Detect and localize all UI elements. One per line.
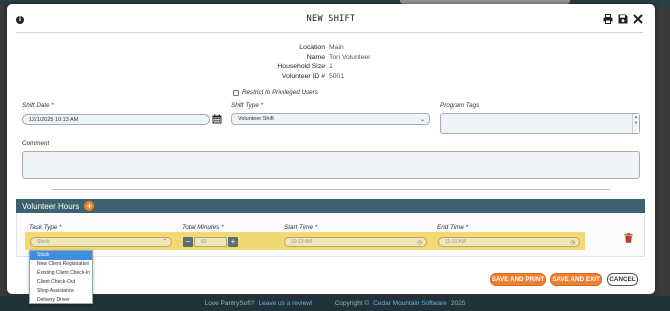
- program-tags-label: Program Tags: [440, 102, 480, 109]
- new-shift-modal: i NEW SHIFT Location Main Name Tori Volunt…: [7, 4, 655, 294]
- task-type-label: Task Type *: [29, 224, 62, 231]
- company-link[interactable]: Cedar Mountain Software: [373, 300, 447, 307]
- scrollbar[interactable]: ▲ ▼: [632, 114, 639, 133]
- start-time-input[interactable]: 10:13 AM ◷: [284, 237, 427, 247]
- decrement-button[interactable]: −: [183, 237, 193, 247]
- info-row-name: Name Tori Volunteer: [7, 53, 655, 63]
- start-time-label: Start Time *: [284, 224, 318, 231]
- task-type-dropdown: Stock New Client Registration Existing C…: [29, 250, 93, 304]
- shift-date-input[interactable]: 12/1/2025 10:13 AM: [22, 114, 210, 125]
- clock-icon: ◷: [570, 240, 575, 246]
- shift-type-select[interactable]: Volunteer Shift ⌄: [231, 113, 430, 125]
- info-value: Main: [329, 44, 344, 52]
- dropdown-option[interactable]: Existing Client Check-In: [30, 269, 92, 278]
- task-type-select[interactable]: Stock ⌃: [30, 237, 172, 247]
- print-icon[interactable]: [603, 14, 613, 24]
- total-minutes-label: Total Minutes *: [182, 224, 224, 231]
- review-link[interactable]: Leave us a review!: [259, 300, 313, 307]
- comment-input[interactable]: [22, 151, 640, 179]
- footer-year: 2025: [450, 300, 466, 307]
- info-label: Volunteer ID #: [281, 72, 325, 80]
- volunteer-info: Location Main Name Tori Volunteer Househol…: [7, 43, 655, 81]
- shift-type-label: Shift Type *: [231, 102, 264, 109]
- info-row-volunteer-id: Volunteer ID # 5001: [7, 72, 655, 82]
- trash-icon[interactable]: [624, 233, 633, 243]
- comment-label: Comment: [22, 140, 50, 147]
- program-tags-input[interactable]: ▲ ▼: [440, 113, 640, 134]
- calendar-icon[interactable]: [212, 114, 222, 124]
- end-time-value: 11:13 AM: [445, 239, 466, 245]
- footer-copyright: Copyright ©: [334, 300, 370, 307]
- dropdown-option[interactable]: New Client Registration: [30, 260, 92, 269]
- info-value: Tori Volunteer: [329, 53, 371, 61]
- restrict-option: Restrict to Privileged Users: [233, 89, 318, 96]
- info-row-location: Location Main: [7, 43, 655, 53]
- page-footer: Love PantrySoft? Leave us a review! Copy…: [0, 296, 670, 311]
- info-label: Location: [299, 44, 325, 52]
- chevron-down-icon: ⌄: [419, 117, 425, 123]
- header-divider: [16, 32, 643, 33]
- chevron-up-icon: ⌃: [162, 239, 167, 245]
- dropdown-option[interactable]: Client Check-Out: [30, 278, 92, 287]
- dropdown-option[interactable]: Stock: [30, 251, 92, 260]
- restrict-label: Restrict to Privileged Users: [242, 89, 318, 96]
- cancel-button[interactable]: CANCEL: [607, 273, 638, 286]
- info-row-household-size: Household Size 1: [7, 62, 655, 72]
- section-divider: [52, 189, 610, 190]
- footer-love-text: Love PantrySoft?: [204, 300, 255, 307]
- increment-button[interactable]: +: [228, 237, 238, 247]
- restrict-checkbox[interactable]: [233, 89, 239, 96]
- info-value: 5001: [329, 72, 345, 80]
- shift-date-label: Shift Date *: [22, 102, 54, 109]
- modal-toolbar: [603, 14, 643, 24]
- shift-type-value: Volunteer Shift: [238, 116, 274, 122]
- save-and-print-button[interactable]: SAVE AND PRINT: [490, 273, 546, 286]
- dropdown-option[interactable]: Delivery Driver: [30, 296, 92, 305]
- close-icon[interactable]: [633, 14, 643, 24]
- end-time-input[interactable]: 11:13 AM ◷: [438, 237, 580, 247]
- total-minutes-input[interactable]: 60: [194, 237, 227, 247]
- task-type-placeholder: Stock: [37, 239, 50, 245]
- volunteer-hours-header: Volunteer Hours +: [16, 199, 645, 213]
- end-time-label: End Time *: [437, 224, 469, 231]
- modal-title: NEW SHIFT: [306, 14, 356, 24]
- start-time-value: 10:13 AM: [291, 239, 313, 245]
- clock-icon: ◷: [417, 240, 422, 246]
- save-and-exit-button[interactable]: SAVE AND EXIT: [550, 273, 602, 286]
- volunteer-hours-title: Volunteer Hours: [22, 201, 80, 211]
- add-hours-button[interactable]: +: [84, 201, 95, 211]
- save-icon[interactable]: [618, 14, 628, 24]
- info-label: Name: [306, 53, 325, 61]
- dropdown-option[interactable]: Shop Assistance: [30, 287, 92, 296]
- info-label: Household Size: [277, 63, 325, 71]
- info-value: 1: [329, 63, 333, 71]
